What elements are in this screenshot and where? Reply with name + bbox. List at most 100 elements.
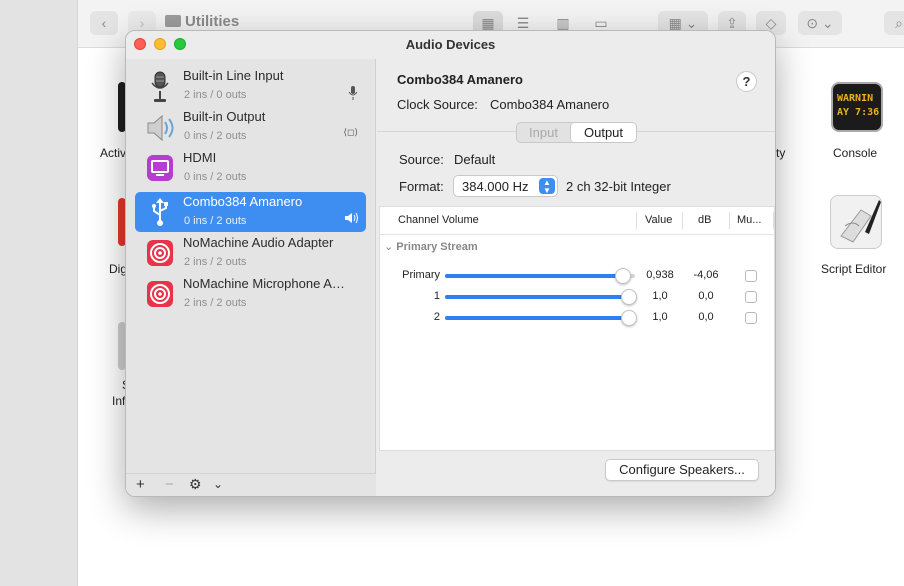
disclosure-chevron-icon: ⌄ [384,241,397,253]
volume-db: 0,0 [698,311,714,323]
device-item-hdmi[interactable]: HDMI 0 ins / 2 outs [135,148,366,188]
nomachine-icon [146,238,174,268]
mute-checkbox[interactable] [745,312,757,324]
finder-sidebar [0,0,78,586]
configure-speakers-button[interactable]: Configure Speakers... [605,459,759,481]
finder-title: Utilities [165,13,239,30]
device-item-combo384-amanero[interactable]: Combo384 Amanero 0 ins / 2 outs [135,192,366,232]
tab-input[interactable]: Input [517,123,570,142]
source-label: Source: [399,152,444,167]
format-select[interactable]: 384.000 Hz ▲ ▼ [453,175,558,197]
mute-checkbox[interactable] [745,291,757,303]
format-label: Format: [399,179,444,194]
channel-label: 1 [433,290,440,302]
group-label: Primary Stream [396,241,478,253]
input-output-tabs: Input Output [516,122,637,143]
zoom-window-button[interactable] [174,38,186,50]
primary-stream-group[interactable]: ⌄ Primary Stream [384,240,478,253]
device-io: 0 ins / 2 outs [184,130,247,142]
header-divider [380,234,774,235]
device-io: 2 ins / 2 outs [184,256,247,268]
volume-slider-fill [445,274,624,278]
volume-value: 1,0 [652,311,668,323]
device-name: Combo384 Amanero [183,194,303,209]
device-list: Built-in Line Input 2 ins / 0 outs Built… [126,59,376,496]
mute-checkbox[interactable] [745,270,757,282]
volume-slider[interactable] [445,310,637,326]
channel-label: Primary [402,269,440,281]
device-item-built-in-output[interactable]: Built-in Output 0 ins / 2 outs ⟨◻⟩ [135,107,366,147]
chevron-down-icon[interactable]: ⌄ [213,477,223,491]
console-app-icon[interactable]: WARNIN AY 7:36 [831,82,883,132]
window-title: Audio Devices [405,37,496,52]
volume-slider[interactable] [445,289,637,305]
device-io: 2 ins / 0 outs [184,89,247,101]
volume-value: 1,0 [652,290,668,302]
usb-icon [146,197,174,227]
format-select-value: 384.000 Hz [462,179,529,194]
volume-db: -4,06 [693,269,719,281]
volume-value: 0,938 [646,269,674,281]
volume-slider-fill [445,295,629,299]
column-header-mute[interactable]: Mu... [737,207,761,234]
microphone-icon [146,71,174,102]
column-divider [636,212,637,229]
tab-output[interactable]: Output [570,123,636,142]
column-divider [773,212,774,229]
close-window-button[interactable] [134,38,146,50]
window-titlebar: Audio Devices [126,31,775,59]
device-io: 0 ins / 2 outs [184,215,247,227]
activity-monitor-label: Activ [100,146,127,160]
clock-source-value: Combo384 Amanero [490,97,610,112]
device-io: 0 ins / 2 outs [184,171,247,183]
clock-source-label: Clock Source: [397,97,478,112]
search-icon[interactable]: ⌕ [884,11,904,35]
column-header-value[interactable]: Value [645,207,672,234]
microphone-badge-icon [348,86,358,103]
column-header-db[interactable]: dB [698,207,711,234]
device-io: 2 ins / 2 outs [184,297,247,309]
device-item-nomachine-microphone[interactable]: NoMachine Microphone A… 2 ins / 2 outs [135,274,366,314]
device-item-nomachine-audio-adapter[interactable]: NoMachine Audio Adapter 2 ins / 2 outs [135,233,366,273]
finder-title-text: Utilities [185,13,240,30]
utility-partial-label: ty [776,146,786,160]
back-button[interactable]: ‹ [90,11,118,35]
device-detail-panel: Combo384 Amanero ? Clock Source: Combo38… [377,59,775,496]
system-information-label-2: Inf [112,394,126,408]
device-name: HDMI [183,150,217,165]
volume-slider[interactable] [445,268,635,284]
audio-devices-window: Audio Devices Built-in Line Input 2 ins … [125,30,776,497]
hdmi-display-icon [146,153,174,183]
volume-slider-knob[interactable] [621,310,637,326]
volume-db: 0,0 [698,290,714,302]
action-button[interactable]: ⊙ ⌄ [798,11,842,35]
help-button[interactable]: ? [736,71,757,92]
script-editor-label: Script Editor [821,262,887,276]
column-header-channel-volume[interactable]: Channel Volume [398,207,479,234]
column-divider [682,212,683,229]
column-divider [729,212,730,229]
device-name: NoMachine Microphone A… [183,276,345,291]
console-screen-line-1: WARNIN [837,93,874,104]
device-title: Combo384 Amanero [397,72,523,87]
gear-icon[interactable]: ⚙ [189,476,202,493]
device-item-built-in-line-input[interactable]: Built-in Line Input 2 ins / 0 outs [135,66,366,106]
channel-label: 2 [433,311,440,323]
volume-slider-knob[interactable] [621,289,637,305]
device-name: Built-in Output [183,109,266,124]
nomachine-icon [146,279,174,309]
source-value: Default [454,152,496,167]
speaker-volume-badge-icon [344,212,358,227]
console-label: Console [833,146,878,160]
format-description: 2 ch 32-bit Integer [566,179,671,194]
add-device-button[interactable]: + [136,476,145,493]
device-name: NoMachine Audio Adapter [183,235,334,250]
script-editor-app-icon[interactable] [830,195,882,249]
channel-volume-table: Channel Volume Value dB Mu... ⌄ Primary … [379,206,775,451]
device-name: Built-in Line Input [183,68,284,83]
remove-device-button[interactable]: − [165,476,174,493]
console-screen-line-2: AY 7:36 [837,107,880,118]
volume-slider-fill [445,316,629,320]
minimize-window-button[interactable] [154,38,166,50]
volume-slider-knob[interactable] [615,268,632,284]
